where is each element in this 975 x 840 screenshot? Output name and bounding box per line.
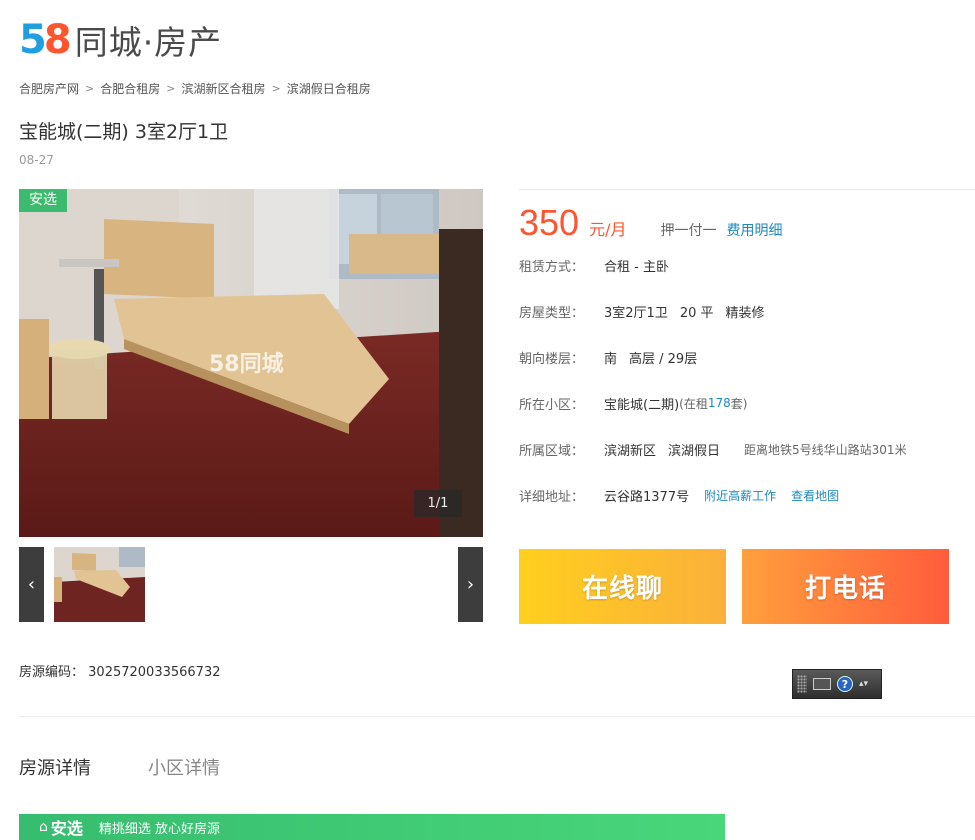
keyboard-icon[interactable] [813,678,831,690]
info-value-floor: 高层 / 29层 [629,351,698,367]
renting-prefix: (在租 [679,396,708,411]
info-value: 合租 - 主卧 [604,259,669,275]
page-title: 宝能城(二期) 3室2厅1卫 [19,121,229,143]
logo-digit-8: 8 [43,17,72,63]
breadcrumb-link-hefei-house[interactable]: 合肥房产网 [19,80,79,97]
rent-price: 350 [519,202,580,243]
logo-digit-5: 5 [19,17,47,63]
tab-community-details[interactable]: 小区详情 [148,754,220,780]
chevron-left-icon: ‹ [27,574,36,595]
anxuan-badge: 安选 [19,189,67,212]
subway-distance: 距离地铁5号线华山路站301米 [744,442,907,457]
call-button[interactable]: 打电话 [742,549,949,624]
listing-code-value: 3025720033566732 [88,665,221,680]
community-link[interactable]: 宝能城(二期) [604,394,679,413]
divider [519,189,975,190]
info-row-district: 所属区域： 滨湖新区 滨湖假日 距离地铁5号线华山路站301米 [519,439,907,459]
logo-text: 同城·房产 [74,23,223,62]
logo-58-mark: 58 [19,17,72,63]
breadcrumb-link-binhu-jiari[interactable]: 滨湖假日合租房 [287,80,371,97]
info-row-address: 详细地址： 云谷路1377号 附近高薪工作 查看地图 [519,485,839,505]
listing-code-label: 房源编码： [19,665,85,680]
info-row-rent-type: 租赁方式： 合租 - 主卧 [519,255,669,275]
site-logo[interactable]: 58 同城·房产 [19,17,222,63]
input-method-toolbar[interactable]: ? ▴▾ [792,669,882,699]
post-date: 08-27 [19,153,54,167]
price-row: 350 元/月 押一付一 费用明细 [519,202,782,244]
breadcrumb-link-hefei-shared[interactable]: 合肥合租房 [100,80,160,97]
info-value-direction: 南 [604,351,618,367]
photo-watermark: 58同城 [209,351,284,377]
fee-details-link[interactable]: 费用明细 [726,220,782,240]
anxuan-banner: ⌂ 安选 精挑细选 放心好房源 [19,814,725,840]
info-label: 详细地址： [519,489,585,505]
room-photo-illustration: 58同城 [19,189,483,537]
photo-thumbnail[interactable] [54,547,145,622]
info-label: 所属区域： [519,443,585,459]
help-icon[interactable]: ? [837,676,853,692]
breadcrumb-link-binhu-district[interactable]: 滨湖新区合租房 [181,80,265,97]
breadcrumb-separator: > [271,82,281,95]
info-row-orientation: 朝向楼层： 南 高层 / 29层 [519,347,697,367]
banner-brand: 安选 [50,819,83,838]
view-map-link[interactable]: 查看地图 [791,487,839,504]
divider [19,716,975,717]
info-label: 租赁方式： [519,259,585,275]
subdistrict-link[interactable]: 滨湖假日 [668,440,720,459]
breadcrumb: 合肥房产网 > 合肥合租房 > 滨湖新区合租房 > 滨湖假日合租房 [19,80,371,97]
rent-unit: 元/月 [589,220,627,239]
info-value-decoration: 精装修 [725,305,765,321]
info-label: 房屋类型： [519,305,585,321]
nearby-jobs-link[interactable]: 附近高薪工作 [704,487,776,504]
menu-arrow-icon[interactable]: ▴▾ [859,679,868,689]
main-photo[interactable]: 58同城 [19,189,483,537]
tab-listing-details[interactable]: 房源详情 [19,754,91,780]
info-value-area: 20 平 [679,305,714,321]
online-chat-button[interactable]: 在线聊 [519,549,726,624]
chevron-right-icon: › [466,574,475,595]
info-value-rooms: 3室2厅1卫 [604,305,668,321]
renting-suffix: 套) [730,396,748,411]
thumbnail-next-button[interactable]: › [458,547,483,622]
photo-counter: 1/1 [414,490,462,517]
district-link[interactable]: 滨湖新区 [604,440,656,459]
info-row-community: 所在小区： 宝能城(二期) (在租 178 套) [519,393,747,413]
address-value: 云谷路1377号 [604,489,690,505]
thumbnail-prev-button[interactable]: ‹ [19,547,44,622]
breadcrumb-separator: > [166,82,176,95]
breadcrumb-separator: > [85,82,95,95]
deposit-terms: 押一付一 [660,223,717,239]
banner-slogan: 精挑细选 放心好房源 [98,821,221,837]
renting-count-link[interactable]: 178 [708,396,731,410]
info-label: 所在小区： [519,397,585,413]
listing-code: 房源编码： 3025720033566732 [19,661,221,680]
grip-icon[interactable] [797,675,807,693]
info-label: 朝向楼层： [519,351,585,367]
info-row-house-type: 房屋类型： 3室2厅1卫 20 平 精装修 [519,301,765,321]
house-icon: ⌂ [39,819,48,835]
thumbnail-image [54,547,145,622]
